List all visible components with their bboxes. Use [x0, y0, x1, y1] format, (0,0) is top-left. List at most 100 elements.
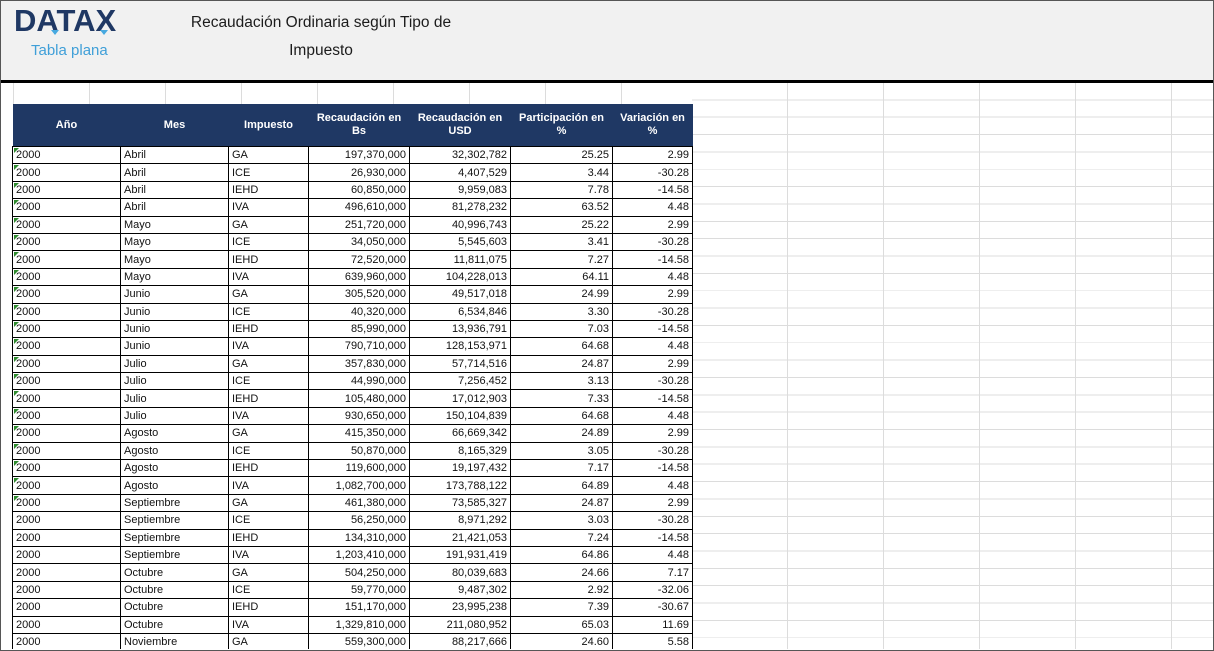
cell-usd[interactable]: 11,811,075	[409, 250, 511, 269]
cell-month[interactable]: Abril	[120, 180, 229, 200]
cell-bs[interactable]: 559,300,000	[308, 632, 410, 649]
cell-bs[interactable]: 72,520,000	[308, 250, 410, 269]
cell-tax[interactable]: ICE	[228, 441, 309, 461]
cell-year[interactable]: 2000	[12, 232, 121, 252]
cell-share[interactable]: 24.87	[510, 354, 613, 374]
cell-month[interactable]: Agosto	[120, 476, 229, 495]
cell-tax[interactable]: IEHD	[228, 528, 309, 547]
cell-tax[interactable]: IEHD	[228, 598, 309, 617]
cell-usd[interactable]: 6,534,846	[409, 302, 511, 321]
cell-variation[interactable]: -30.28	[612, 441, 693, 461]
cell-year[interactable]: 2000	[12, 285, 121, 304]
cell-bs[interactable]: 119,600,000	[308, 459, 410, 478]
cell-share[interactable]: 7.27	[510, 250, 613, 269]
cell-year[interactable]: 2000	[12, 302, 121, 321]
cell-variation[interactable]: -30.28	[612, 511, 693, 530]
cell-bs[interactable]: 26,930,000	[308, 163, 410, 182]
cell-usd[interactable]: 40,996,743	[409, 215, 511, 234]
cell-month[interactable]: Octubre	[120, 615, 229, 634]
cell-usd[interactable]: 104,228,013	[409, 267, 511, 287]
cell-bs[interactable]: 251,720,000	[308, 215, 410, 234]
cell-bs[interactable]: 40,320,000	[308, 302, 410, 321]
cell-month[interactable]: Abril	[120, 145, 229, 165]
cell-tax[interactable]: ICE	[228, 302, 309, 321]
cell-share[interactable]: 2.92	[510, 580, 613, 600]
cell-tax[interactable]: IVA	[228, 337, 309, 356]
cell-usd[interactable]: 5,545,603	[409, 232, 511, 252]
cell-bs[interactable]: 134,310,000	[308, 528, 410, 547]
cell-variation[interactable]: 4.48	[612, 198, 693, 217]
cell-month[interactable]: Junio	[120, 319, 229, 339]
cell-tax[interactable]: IEHD	[228, 250, 309, 269]
cell-usd[interactable]: 8,165,329	[409, 441, 511, 461]
cell-tax[interactable]: GA	[228, 632, 309, 649]
cell-share[interactable]: 25.22	[510, 215, 613, 234]
cell-variation[interactable]: -32.06	[612, 580, 693, 600]
cell-share[interactable]: 24.99	[510, 285, 613, 304]
cell-month[interactable]: Julio	[120, 389, 229, 408]
cell-variation[interactable]: -30.28	[612, 372, 693, 391]
cell-share[interactable]: 7.78	[510, 180, 613, 200]
cell-year[interactable]: 2000	[12, 580, 121, 600]
cell-usd[interactable]: 211,080,952	[409, 615, 511, 634]
cell-variation[interactable]: -30.28	[612, 302, 693, 321]
cell-variation[interactable]: 4.48	[612, 406, 693, 426]
cell-month[interactable]: Julio	[120, 406, 229, 426]
cell-usd[interactable]: 80,039,683	[409, 563, 511, 582]
cell-month[interactable]: Abril	[120, 198, 229, 217]
column-header-year[interactable]: Año	[12, 104, 121, 147]
cell-month[interactable]: Octubre	[120, 580, 229, 600]
cell-usd[interactable]: 150,104,839	[409, 406, 511, 426]
cell-share[interactable]: 7.39	[510, 598, 613, 617]
cell-share[interactable]: 64.89	[510, 476, 613, 495]
cell-year[interactable]: 2000	[12, 528, 121, 547]
cell-share[interactable]: 7.17	[510, 459, 613, 478]
cell-tax[interactable]: GA	[228, 145, 309, 165]
cell-tax[interactable]: IEHD	[228, 319, 309, 339]
cell-year[interactable]: 2000	[12, 493, 121, 513]
cell-share[interactable]: 24.89	[510, 424, 613, 443]
cell-usd[interactable]: 81,278,232	[409, 198, 511, 217]
cell-year[interactable]: 2000	[12, 615, 121, 634]
cell-share[interactable]: 3.13	[510, 372, 613, 391]
cell-share[interactable]: 7.03	[510, 319, 613, 339]
cell-variation[interactable]: 5.58	[612, 632, 693, 649]
cell-variation[interactable]: 7.17	[612, 563, 693, 582]
cell-share[interactable]: 3.05	[510, 441, 613, 461]
cell-usd[interactable]: 49,517,018	[409, 285, 511, 304]
cell-share[interactable]: 64.68	[510, 406, 613, 426]
cell-usd[interactable]: 19,197,432	[409, 459, 511, 478]
cell-month[interactable]: Junio	[120, 337, 229, 356]
cell-variation[interactable]: -14.58	[612, 389, 693, 408]
cell-usd[interactable]: 57,714,516	[409, 354, 511, 374]
cell-tax[interactable]: IVA	[228, 198, 309, 217]
cell-year[interactable]: 2000	[12, 632, 121, 649]
cell-tax[interactable]: IVA	[228, 615, 309, 634]
cell-year[interactable]: 2000	[12, 459, 121, 478]
cell-variation[interactable]: 2.99	[612, 493, 693, 513]
cell-year[interactable]: 2000	[12, 511, 121, 530]
cell-bs[interactable]: 197,370,000	[308, 145, 410, 165]
cell-tax[interactable]: ICE	[228, 163, 309, 182]
cell-bs[interactable]: 50,870,000	[308, 441, 410, 461]
cell-tax[interactable]: IVA	[228, 406, 309, 426]
cell-usd[interactable]: 9,487,302	[409, 580, 511, 600]
cell-usd[interactable]: 66,669,342	[409, 424, 511, 443]
cell-tax[interactable]: GA	[228, 285, 309, 304]
cell-share[interactable]: 65.03	[510, 615, 613, 634]
cell-year[interactable]: 2000	[12, 180, 121, 200]
cell-year[interactable]: 2000	[12, 545, 121, 565]
cell-month[interactable]: Septiembre	[120, 545, 229, 565]
cell-share[interactable]: 64.86	[510, 545, 613, 565]
cell-year[interactable]: 2000	[12, 424, 121, 443]
cell-month[interactable]: Agosto	[120, 441, 229, 461]
cell-share[interactable]: 7.24	[510, 528, 613, 547]
cell-tax[interactable]: GA	[228, 215, 309, 234]
cell-tax[interactable]: IEHD	[228, 459, 309, 478]
cell-year[interactable]: 2000	[12, 250, 121, 269]
cell-bs[interactable]: 1,082,700,000	[308, 476, 410, 495]
cell-month[interactable]: Agosto	[120, 459, 229, 478]
cell-share[interactable]: 3.41	[510, 232, 613, 252]
cell-tax[interactable]: GA	[228, 354, 309, 374]
cell-usd[interactable]: 173,788,122	[409, 476, 511, 495]
